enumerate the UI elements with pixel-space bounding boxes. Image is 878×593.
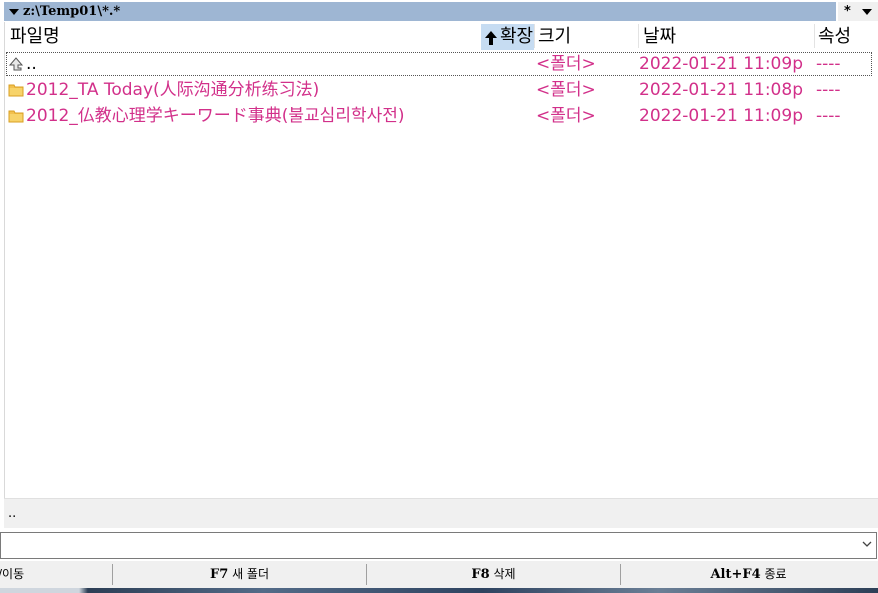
file-list: .. <폴더> 2022-01-21 11:09p ---- 2012_TA T… (5, 51, 878, 129)
file-attr: ---- (816, 106, 841, 126)
command-line-input[interactable] (0, 532, 877, 559)
file-size: <폴더> (536, 106, 596, 126)
column-ext[interactable]: 확장 (500, 22, 533, 51)
status-text: .. (8, 506, 17, 521)
file-date: 2022-01-21 11:08p (639, 80, 803, 100)
file-name: 2012_TA Today(人际沟通分析练习法) (26, 80, 320, 100)
sort-ascending-icon (485, 31, 497, 45)
status-bar: .. (4, 498, 878, 528)
new-folder-button[interactable]: F7 새 폴더 (113, 564, 366, 585)
file-row-folder[interactable]: 2012_仏教心理学キーワード事典(불교심리학사전) <폴더> 2022-01-… (5, 103, 878, 129)
function-key-bar: /이동 F7 새 폴더 F8 삭제 Alt+F4 종료 (0, 561, 878, 588)
filter-label[interactable]: * (844, 3, 851, 20)
column-name[interactable]: 파일명 (10, 22, 60, 51)
column-ext-sorted[interactable]: 확장 (481, 24, 534, 50)
file-panel[interactable]: 파일명 확장 크기 날짜 속성 .. <폴더> 2022-01-21 11:09… (4, 22, 878, 528)
delete-button[interactable]: F8 삭제 (367, 564, 620, 585)
file-date: 2022-01-21 11:09p (639, 54, 803, 74)
column-attr[interactable]: 속성 (818, 22, 851, 51)
exit-label: 종료 (764, 567, 787, 581)
move-button-label: /이동 (0, 567, 25, 581)
new-folder-label: 새 폴더 (232, 567, 270, 581)
updir-icon (8, 57, 24, 71)
file-attr: ---- (816, 54, 841, 74)
file-size: <폴더> (536, 54, 596, 74)
column-separator[interactable] (814, 24, 815, 48)
file-name: .. (26, 54, 37, 74)
path-dropdown[interactable]: z:\Temp01\*.* (4, 2, 836, 21)
exit-button[interactable]: Alt+F4 종료 (621, 564, 876, 585)
column-size[interactable]: 크기 (538, 22, 571, 51)
file-name: 2012_仏教心理学キーワード事典(불교심리학사전) (26, 106, 405, 126)
chevron-down-icon[interactable] (9, 9, 19, 15)
column-date[interactable]: 날짜 (643, 22, 676, 51)
new-folder-key: F7 (209, 567, 229, 582)
exit-key: Alt+F4 (710, 567, 761, 582)
column-header: 파일명 확장 크기 날짜 속성 (5, 22, 878, 51)
delete-label: 삭제 (493, 567, 516, 581)
path-bar: z:\Temp01\*.* * (0, 0, 878, 22)
desktop-background (0, 588, 878, 593)
column-separator[interactable] (534, 24, 535, 48)
move-button[interactable]: /이동 (0, 564, 110, 585)
file-attr: ---- (816, 80, 841, 100)
file-size: <폴더> (536, 80, 596, 100)
file-row-folder[interactable]: 2012_TA Today(人际沟通分析练习法) <폴더> 2022-01-21… (5, 77, 878, 103)
column-separator[interactable] (638, 24, 639, 48)
file-date: 2022-01-21 11:09p (639, 106, 803, 126)
chevron-down-icon[interactable] (862, 9, 872, 15)
current-path[interactable]: z:\Temp01\*.* (23, 3, 120, 20)
folder-icon (8, 84, 24, 97)
delete-key: F8 (471, 567, 490, 582)
folder-icon (8, 110, 24, 123)
filter-dropdown[interactable]: * (838, 2, 878, 21)
chevron-down-icon[interactable] (862, 539, 872, 549)
file-row-updir[interactable]: .. <폴더> 2022-01-21 11:09p ---- (5, 51, 873, 77)
